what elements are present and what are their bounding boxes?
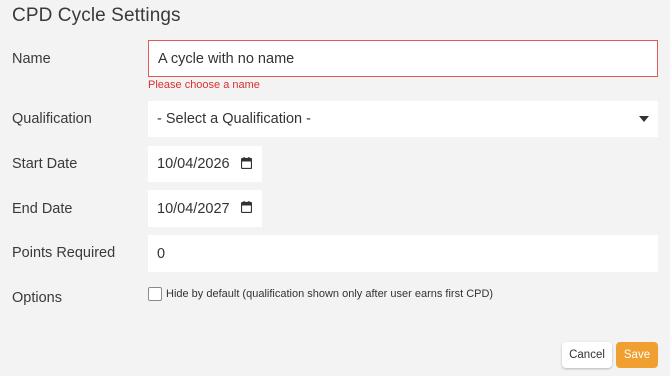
start-date-value: 10/04/2026	[157, 156, 230, 172]
qualification-select[interactable]: - Select a Qualification -	[148, 101, 658, 137]
points-required-label: Points Required	[12, 245, 116, 261]
start-date-input[interactable]: 10/04/2026	[148, 146, 262, 182]
cancel-button[interactable]: Cancel	[562, 342, 612, 368]
hide-by-default-label[interactable]: Hide by default (qualification shown onl…	[166, 288, 493, 300]
end-date-value: 10/04/2027	[157, 200, 230, 217]
start-date-label: Start Date	[12, 156, 78, 172]
calendar-icon[interactable]	[241, 157, 252, 169]
end-date-input[interactable]: 10/04/2027	[148, 190, 262, 227]
hide-by-default-checkbox[interactable]	[148, 287, 162, 301]
save-button[interactable]: Save	[616, 342, 658, 368]
options-label: Options	[12, 290, 62, 306]
points-required-input[interactable]: 0	[148, 235, 658, 272]
qualification-select-value: - Select a Qualification -	[157, 111, 311, 127]
name-input[interactable]: A cycle with no name	[148, 40, 658, 77]
calendar-icon[interactable]	[241, 201, 252, 213]
name-error-message: Please choose a name	[148, 79, 260, 91]
qualification-label: Qualification	[12, 111, 92, 127]
page-title: CPD Cycle Settings	[12, 5, 181, 26]
end-date-label: End Date	[12, 201, 73, 217]
points-required-value: 0	[157, 245, 166, 262]
name-label: Name	[12, 51, 51, 67]
caret-down-icon	[639, 116, 649, 122]
name-input-value: A cycle with no name	[158, 50, 295, 67]
